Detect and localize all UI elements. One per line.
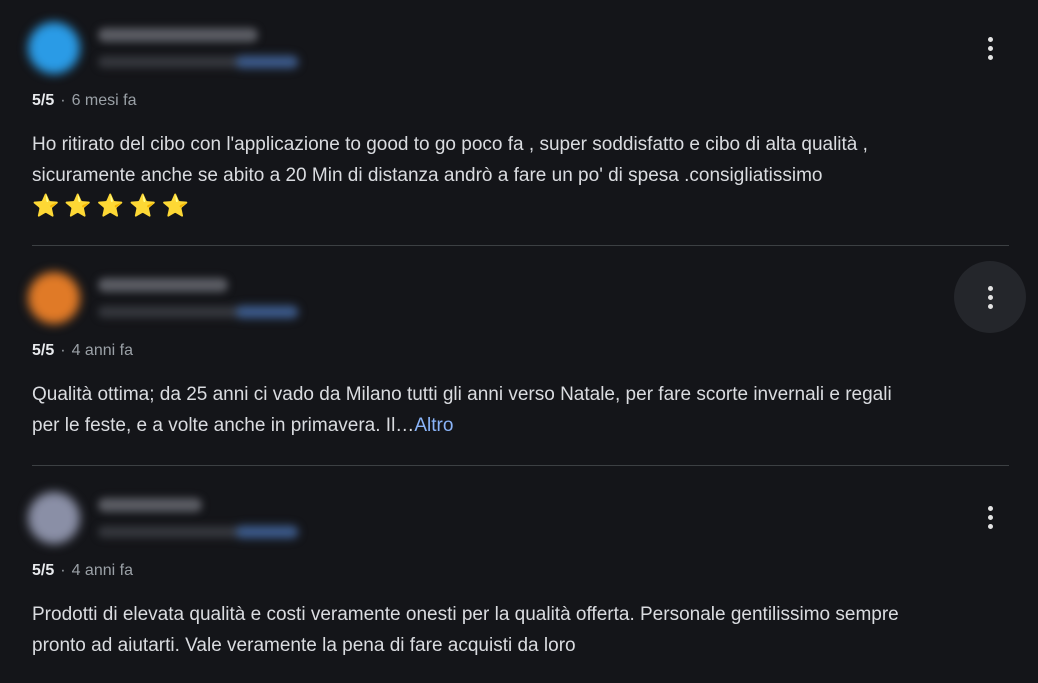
meta-separator: ·: [60, 92, 66, 109]
star-emoji-icon: ⭐: [129, 193, 157, 218]
reviewer-link-blurred[interactable]: [236, 526, 298, 538]
reviewer-info-blurred: [98, 56, 298, 68]
review-rating: 5/5: [32, 342, 55, 359]
star-emoji-icon: ⭐: [96, 193, 125, 218]
star-emoji-icon: ⭐: [64, 193, 92, 218]
review-time: 6 mesi fa: [71, 92, 137, 109]
avatar[interactable]: [28, 492, 80, 544]
reviewer-info-blurred: [98, 306, 298, 318]
review-menu-button[interactable]: [954, 261, 1026, 333]
more-vert-icon: [987, 36, 993, 60]
star-emoji-icon: ⭐: [32, 193, 60, 218]
more-vert-icon: [987, 285, 993, 309]
star-emoji-icon: ⭐: [161, 193, 190, 218]
review-menu-button[interactable]: [954, 481, 1026, 553]
reviews-list: 5/5 · 6 mesi fa Ho ritirato del cibo con l…: [0, 0, 1038, 683]
reviewer-name-blurred[interactable]: [98, 28, 258, 42]
review-meta: 5/5 · 4 anni fa: [32, 562, 133, 580]
more-link[interactable]: Altro: [414, 415, 453, 436]
review-text: Ho ritirato del cibo con l'applicazione …: [32, 129, 1012, 191]
avatar[interactable]: [28, 272, 80, 324]
review-text: Prodotti di elevata qualità e costi vera…: [32, 599, 1012, 661]
meta-separator: ·: [60, 562, 66, 579]
reviewer-name-blurred[interactable]: [98, 498, 202, 512]
review-time: 4 anni fa: [71, 342, 133, 359]
review-meta: 5/5 · 6 mesi fa: [32, 92, 137, 110]
review-text-line-wrap: per le feste, e a volte anche in primave…: [32, 410, 1012, 441]
reviewer-link-blurred[interactable]: [236, 306, 298, 318]
review-menu-button[interactable]: [954, 12, 1026, 84]
review-rating: 5/5: [32, 562, 55, 579]
avatar[interactable]: [28, 22, 80, 74]
review-meta: 5/5 · 4 anni fa: [32, 342, 133, 360]
review-rating: 5/5: [32, 92, 55, 109]
reviewer-link-blurred[interactable]: [236, 56, 298, 68]
review-text-line: Ho ritirato del cibo con l'applicazione …: [32, 134, 868, 155]
review-card: 5/5 · 6 mesi fa Ho ritirato del cibo con l…: [0, 0, 1038, 246]
review-text-line: Prodotti di elevata qualità e costi vera…: [32, 604, 899, 625]
review-text-line: Qualità ottima; da 25 anni ci vado da Mi…: [32, 384, 892, 405]
review-text-line: sicuramente anche se abito a 20 Min di d…: [32, 165, 823, 186]
review-card: 5/5 · 4 anni fa Qualità ottima; da 25 anni…: [0, 246, 1038, 466]
more-vert-icon: [987, 505, 993, 529]
reviewer-name-blurred[interactable]: [98, 278, 228, 292]
star-emojis: ⭐ ⭐ ⭐ ⭐ ⭐: [32, 193, 189, 219]
review-text: Qualità ottima; da 25 anni ci vado da Mi…: [32, 379, 1012, 441]
review-card: 5/5 · 4 anni fa Prodotti di elevata qualit…: [0, 466, 1038, 683]
review-text-line: per le feste, e a volte anche in primave…: [32, 415, 415, 436]
reviewer-info-blurred: [98, 526, 298, 538]
review-text-line: pronto ad aiutarti. Vale veramente la pe…: [32, 635, 576, 656]
meta-separator: ·: [60, 342, 66, 359]
review-time: 4 anni fa: [71, 562, 133, 579]
